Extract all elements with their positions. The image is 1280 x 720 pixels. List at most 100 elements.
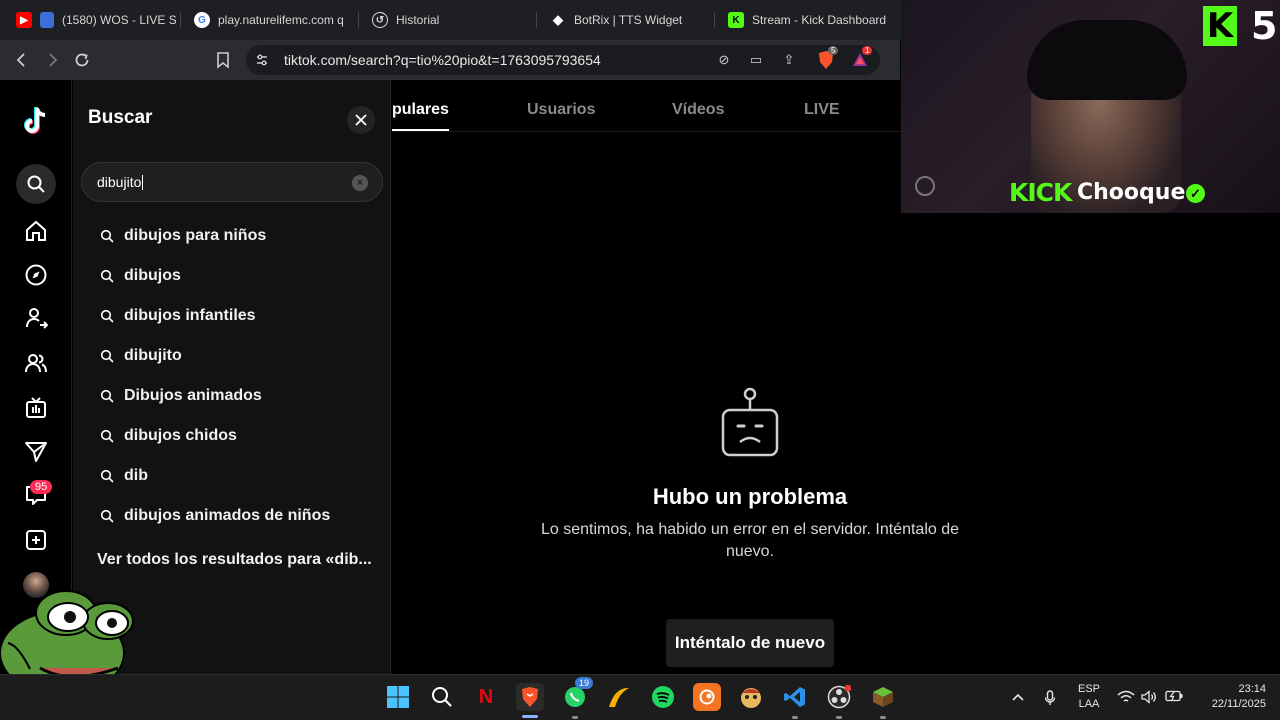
search-icon xyxy=(100,269,114,283)
webcam-overlay: K 5 KICK Chooque ✓ xyxy=(901,0,1280,213)
verified-icon: ✓ xyxy=(1186,184,1205,203)
search-nav-icon[interactable] xyxy=(16,164,56,204)
search-icon xyxy=(100,469,114,483)
browser-tab-kick[interactable]: K Stream - Kick Dashboard xyxy=(718,4,888,36)
search-icon[interactable] xyxy=(428,683,456,711)
wifi-icon[interactable] xyxy=(1117,690,1135,707)
netflix-icon[interactable]: N xyxy=(472,683,500,711)
eye-off-icon[interactable]: ⊘ xyxy=(714,50,734,70)
shields-count: 5 xyxy=(828,46,839,55)
messages-icon[interactable] xyxy=(20,436,52,468)
brave-browser-icon[interactable] xyxy=(516,683,544,711)
suggestion-text: dibujos xyxy=(124,267,181,284)
error-title: Hubo un problema xyxy=(652,484,848,509)
tab-title: BotRix | TTS Widget xyxy=(574,13,683,27)
suggestion-text: dibujos para niños xyxy=(124,227,267,244)
site-settings-icon[interactable] xyxy=(252,50,272,70)
share-icon[interactable]: ⇪ xyxy=(779,50,799,70)
activity-badge: 95 xyxy=(30,480,53,494)
language-code: ESP xyxy=(1077,683,1100,695)
obs-icon[interactable] xyxy=(825,683,853,711)
search-query: dibujito xyxy=(97,174,142,190)
suggestion-text: dibujos chidos xyxy=(124,427,237,444)
minecraft-icon[interactable] xyxy=(869,683,897,711)
volume-icon[interactable] xyxy=(1141,690,1157,707)
active-tab-underline xyxy=(392,129,449,131)
clear-search-icon[interactable]: × xyxy=(352,175,368,191)
window-icon xyxy=(40,12,54,28)
close-search-button[interactable] xyxy=(347,106,375,134)
search-input[interactable]: dibujito × xyxy=(81,162,383,202)
browser-tab-botrix[interactable]: ◆ BotRix | TTS Widget xyxy=(540,4,710,36)
sad-robot-icon xyxy=(721,387,779,457)
tab-title: Historial xyxy=(396,13,440,27)
suggestion-text: Dibujos animados xyxy=(124,387,262,404)
clock-date: 22/11/2025 xyxy=(1211,698,1266,710)
cast-icon[interactable]: ▭ xyxy=(746,50,766,70)
chevron-up-icon[interactable] xyxy=(1011,690,1025,707)
suggestion-item[interactable]: Dibujos animados xyxy=(73,376,391,416)
viewer-count: 5 xyxy=(1251,4,1278,48)
bookmark-icon[interactable] xyxy=(211,48,235,72)
upload-icon[interactable] xyxy=(20,524,52,556)
language-indicator[interactable]: ESP LAA xyxy=(1074,683,1104,710)
browser-tab-youtube[interactable]: ▶ (1580) WOS - LIVE S xyxy=(6,4,176,36)
reload-button[interactable] xyxy=(70,48,94,72)
live-icon[interactable] xyxy=(20,392,52,424)
tab-live[interactable]: LIVE xyxy=(804,101,840,119)
tiktok-logo-icon[interactable] xyxy=(20,105,52,137)
suggestion-item[interactable]: dibujos chidos xyxy=(73,416,391,456)
tab-title: (1580) WOS - LIVE S xyxy=(62,13,176,27)
history-icon: ↺ xyxy=(372,12,388,28)
browser-tab-naturelife[interactable]: G play.naturelifemc.com q xyxy=(184,4,354,36)
suggestion-item[interactable]: dibujos xyxy=(73,256,391,296)
suggestion-item[interactable]: dibujos animados de niños xyxy=(73,496,391,536)
webcam-watermark-icon xyxy=(915,176,935,196)
error-message: Lo sentimos, ha habido un error en el se… xyxy=(540,521,960,560)
botrix-icon: ◆ xyxy=(553,12,563,27)
search-panel-title: Buscar xyxy=(88,107,153,128)
streamer-username: Chooque xyxy=(1077,180,1186,205)
suggestion-text: dib xyxy=(124,467,148,484)
game-character-icon[interactable] xyxy=(737,683,765,711)
suggestion-item[interactable]: dibujos infantiles xyxy=(73,296,391,336)
kick-icon: K xyxy=(728,12,744,28)
tab-title: play.naturelifemc.com q xyxy=(218,13,344,27)
tab-videos[interactable]: Vídeos xyxy=(672,101,724,119)
home-icon[interactable] xyxy=(20,215,52,247)
kick-logo-icon: K xyxy=(1203,6,1237,46)
start-menu-icon[interactable] xyxy=(384,683,412,711)
spotify-icon[interactable] xyxy=(649,683,677,711)
app-icon-yellow[interactable] xyxy=(605,683,633,711)
search-icon xyxy=(100,349,114,363)
search-icon xyxy=(100,309,114,323)
brave-shields-icon[interactable]: 5 xyxy=(816,46,839,70)
microphone-icon[interactable] xyxy=(1044,690,1056,709)
suggestion-item[interactable]: dibujos para niños xyxy=(73,216,391,256)
tab-users[interactable]: Usuarios xyxy=(527,101,595,119)
vscode-icon[interactable] xyxy=(781,683,809,711)
suggestion-item[interactable]: dibujito xyxy=(73,336,391,376)
back-button[interactable] xyxy=(10,48,34,72)
address-bar[interactable]: tiktok.com/search?q=tio%20pio&t=17630957… xyxy=(246,45,880,75)
tab-popular[interactable]: pulares xyxy=(392,101,449,119)
battery-icon[interactable] xyxy=(1165,690,1183,705)
following-icon[interactable] xyxy=(20,302,52,334)
suggestion-text: dibujito xyxy=(124,347,182,364)
clock[interactable]: 23:14 22/11/2025 xyxy=(1196,683,1266,710)
suggestion-text: dibujos infantiles xyxy=(124,307,256,324)
crunchyroll-icon[interactable] xyxy=(693,683,721,711)
browser-tab-historial[interactable]: ↺ Historial xyxy=(362,4,532,36)
suggestion-item[interactable]: dib xyxy=(73,456,391,496)
explore-icon[interactable] xyxy=(20,259,52,291)
forward-button[interactable] xyxy=(40,48,64,72)
see-all-results-link[interactable]: Ver todos los resultados para «dib... xyxy=(97,551,377,569)
youtube-icon: ▶ xyxy=(16,12,32,28)
whatsapp-badge: 19 xyxy=(575,677,594,689)
windows-taskbar: N 19 ESP LAA 23:14 22/11/2025 xyxy=(0,674,1280,720)
whatsapp-icon[interactable]: 19 xyxy=(561,677,594,711)
retry-button[interactable]: Inténtalo de nuevo xyxy=(666,619,834,667)
friends-icon[interactable] xyxy=(20,347,52,379)
alert-count: 1 xyxy=(862,46,873,55)
brave-rewards-icon[interactable]: 1 xyxy=(850,46,873,70)
